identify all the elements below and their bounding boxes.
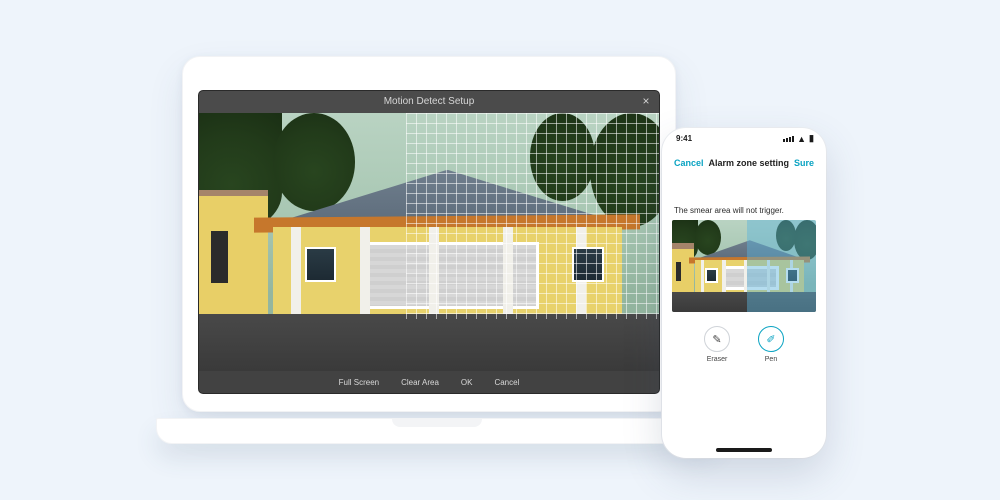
laptop-base [156,418,718,444]
cancel-button[interactable]: Cancel [494,378,519,387]
stage: Motion Detect Setup × [0,0,1000,500]
pen-label: Pen [765,356,777,363]
battery-icon: ▮ [809,133,814,144]
clear-area-button[interactable]: Clear Area [401,378,439,387]
page-title: Alarm zone setting [708,158,789,168]
eraser-tool[interactable]: ✎ Eraser [704,326,730,363]
full-screen-button[interactable]: Full Screen [339,378,379,387]
window-footer: Full Screen Clear Area OK Cancel [199,371,659,393]
window-titlebar: Motion Detect Setup × [199,91,659,113]
tool-row: ✎ Eraser ✐ Pen [662,326,826,363]
status-time: 9:41 [676,134,692,143]
wifi-icon: ▲ [797,134,806,144]
pen-tool[interactable]: ✐ Pen [758,326,784,363]
sure-button[interactable]: Sure [794,158,814,168]
phone-notch [708,128,780,144]
signal-icon [783,136,794,142]
motion-detect-window: Motion Detect Setup × [199,91,659,393]
smear-mask-overlay [747,220,816,312]
phone-nav-bar: Cancel Alarm zone setting Sure [662,150,826,176]
cancel-button[interactable]: Cancel [674,158,704,168]
laptop-hinge-notch [392,419,482,427]
window-title: Motion Detect Setup [384,96,475,107]
laptop-frame: Motion Detect Setup × [182,56,676,412]
home-indicator [716,448,772,452]
eraser-icon: ✎ [704,326,730,352]
hint-text: The smear area will not trigger. [674,206,784,215]
camera-scene [199,113,659,371]
phone-camera-preview[interactable] [672,220,816,312]
camera-preview[interactable] [199,113,659,371]
ok-button[interactable]: OK [461,378,473,387]
pen-icon: ✐ [758,326,784,352]
close-icon[interactable]: × [639,95,653,109]
phone-frame: 9:41 ▲ ▮ Cancel Alarm zone setting Sure … [662,128,826,458]
eraser-label: Eraser [707,356,728,363]
